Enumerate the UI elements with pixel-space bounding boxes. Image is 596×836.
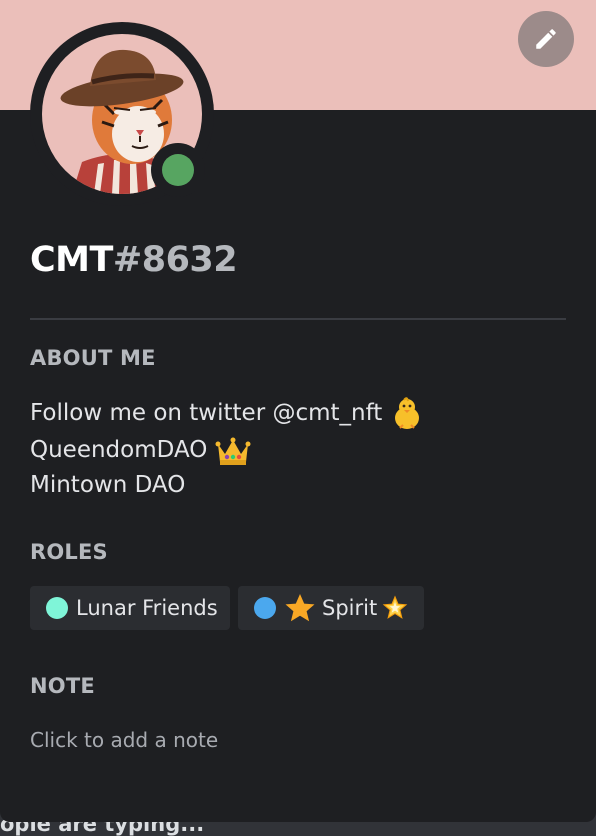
about-line-1: Follow me on twitter @cmt_nft xyxy=(30,396,424,430)
about-me-title: ABOUT ME xyxy=(30,346,156,370)
about-line-2: QueendomDAO xyxy=(30,434,251,466)
role-color-dot xyxy=(46,597,68,619)
about-line-3: Mintown DAO xyxy=(30,472,185,498)
glowing-star-emoji xyxy=(382,595,408,619)
baby-chick-emoji xyxy=(395,397,420,429)
about-line-2-text: QueendomDAO xyxy=(30,437,208,463)
username-discriminator: #8632 xyxy=(112,240,238,280)
about-line-3-text: Mintown DAO xyxy=(30,472,186,498)
star-emoji xyxy=(285,594,315,622)
roles-title: ROLES xyxy=(30,540,108,564)
role-color-dot xyxy=(254,597,276,619)
role-lunar-friends[interactable]: Lunar Friends xyxy=(30,586,230,630)
online-status-indicator xyxy=(162,154,194,186)
role-label: Spirit xyxy=(322,596,378,620)
about-line-1-text: Follow me on twitter @cmt_nft xyxy=(30,400,383,426)
role-label: Lunar Friends xyxy=(76,596,218,620)
user-profile-popout: CMT#8632 ABOUT ME Follow me on twitter @… xyxy=(0,0,596,822)
username-name: CMT xyxy=(30,240,113,280)
divider xyxy=(30,318,566,320)
note-title: NOTE xyxy=(30,674,95,698)
role-spirit[interactable]: Spirit xyxy=(238,586,424,630)
username: CMT#8632 xyxy=(30,240,238,280)
pencil-icon xyxy=(536,29,556,49)
note-input[interactable]: Click to add a note xyxy=(30,728,218,752)
edit-profile-button[interactable] xyxy=(518,11,574,67)
crown-emoji xyxy=(215,437,251,465)
